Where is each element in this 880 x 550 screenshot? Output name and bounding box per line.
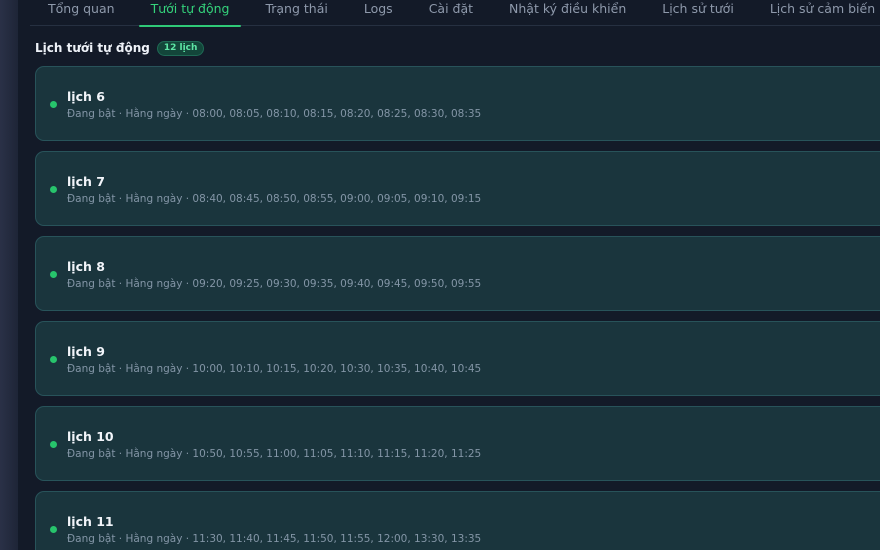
tab-sensor-history[interactable]: Lịch sử cảm biến xyxy=(752,0,880,26)
schedule-card[interactable]: lịch 11 Đang bật · Hằng ngày · 11:30, 11… xyxy=(35,491,880,550)
status-dot-icon xyxy=(50,441,57,448)
schedule-list: lịch 6 Đang bật · Hằng ngày · 08:00, 08:… xyxy=(35,66,880,550)
tab-overview[interactable]: Tổng quan xyxy=(30,0,133,26)
status-dot-icon xyxy=(50,186,57,193)
schedule-card[interactable]: lịch 8 Đang bật · Hằng ngày · 09:20, 09:… xyxy=(35,236,880,311)
status-dot-icon xyxy=(50,101,57,108)
schedule-summary: Đang bật · Hằng ngày · 08:40, 08:45, 08:… xyxy=(67,193,482,205)
schedule-card[interactable]: lịch 9 Đang bật · Hằng ngày · 10:00, 10:… xyxy=(35,321,880,396)
schedule-summary: Đang bật · Hằng ngày · 08:00, 08:05, 08:… xyxy=(67,108,482,120)
tab-status[interactable]: Trạng thái xyxy=(247,0,345,26)
schedule-name: lịch 8 xyxy=(67,259,105,274)
left-sidebar-edge xyxy=(0,0,18,550)
status-dot-icon xyxy=(50,356,57,363)
schedule-count-badge: 12 lịch xyxy=(156,40,205,56)
status-dot-icon xyxy=(50,526,57,533)
tab-watering-history[interactable]: Lịch sử tưới xyxy=(644,0,752,26)
schedules-header: Lịch tưới tự động 12 lịch xyxy=(35,39,205,57)
tab-settings[interactable]: Cài đặt xyxy=(411,0,491,26)
schedule-summary: Đang bật · Hằng ngày · 10:00, 10:10, 10:… xyxy=(67,363,482,375)
schedule-card[interactable]: lịch 6 Đang bật · Hằng ngày · 08:00, 08:… xyxy=(35,66,880,141)
status-dot-icon xyxy=(50,271,57,278)
tab-logs[interactable]: Logs xyxy=(346,0,411,26)
schedule-name: lịch 9 xyxy=(67,344,105,359)
tab-bar: Tổng quan Tưới tự động Trạng thái Logs C… xyxy=(30,0,880,27)
schedule-summary: Đang bật · Hằng ngày · 10:50, 10:55, 11:… xyxy=(67,448,482,460)
schedule-summary: Đang bật · Hằng ngày · 09:20, 09:25, 09:… xyxy=(67,278,482,290)
tab-auto-watering[interactable]: Tưới tự động xyxy=(133,0,248,27)
section-title: Lịch tưới tự động xyxy=(35,41,150,55)
schedule-card[interactable]: lịch 10 Đang bật · Hằng ngày · 10:50, 10… xyxy=(35,406,880,481)
schedule-name: lịch 10 xyxy=(67,429,114,444)
tab-control-log[interactable]: Nhật ký điều khiển xyxy=(491,0,644,26)
schedule-name: lịch 6 xyxy=(67,89,105,104)
main-panel: Tổng quan Tưới tự động Trạng thái Logs C… xyxy=(18,0,880,550)
schedule-name: lịch 7 xyxy=(67,174,105,189)
schedule-summary: Đang bật · Hằng ngày · 11:30, 11:40, 11:… xyxy=(67,533,482,545)
schedule-name: lịch 11 xyxy=(67,514,114,529)
schedule-card[interactable]: lịch 7 Đang bật · Hằng ngày · 08:40, 08:… xyxy=(35,151,880,226)
